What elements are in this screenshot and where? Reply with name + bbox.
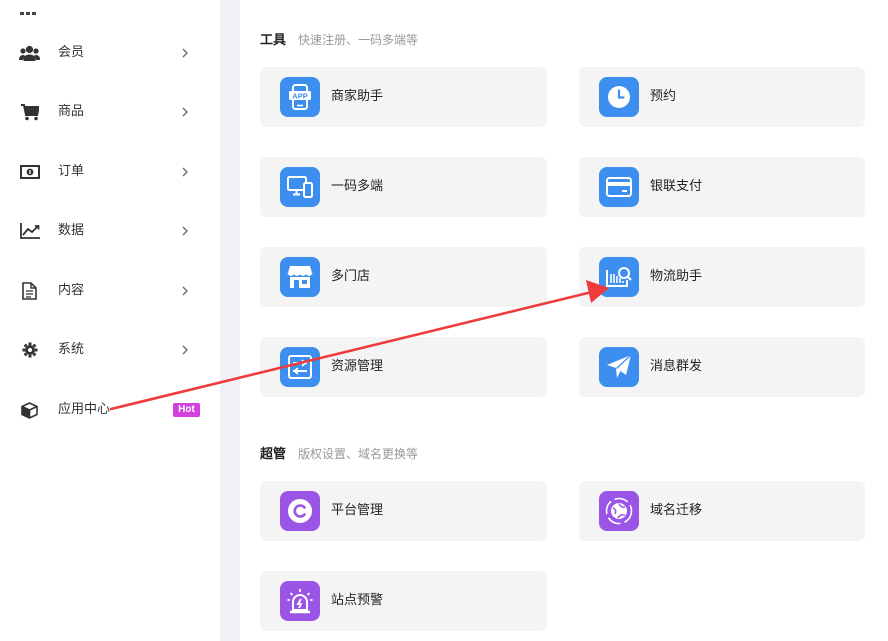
app-card-unionpay[interactable]: 银联支付 [579, 157, 865, 217]
svg-text:APP: APP [292, 92, 307, 101]
resource-icon [280, 347, 320, 387]
section-title: 超管 [260, 447, 287, 462]
app-card-resource-management[interactable]: 资源管理 [260, 337, 547, 397]
chevron-right-icon [182, 222, 192, 240]
alarm-icon [280, 581, 320, 621]
app-card-label: 多门店 [331, 269, 371, 284]
copyright-icon [280, 491, 320, 531]
globe-icon [599, 491, 639, 531]
cart-icon [19, 102, 40, 122]
app-card-multi-terminal[interactable]: 一码多端 [260, 157, 547, 217]
gear-icon [19, 340, 40, 360]
card-icon [599, 167, 639, 207]
chevron-right-icon [182, 341, 192, 359]
app-center-main: 工具 快速注册、一码多端等 APP 商家助手 预约 一码多端 银联支付 多门店 [240, 0, 888, 641]
app-phone-icon: APP [280, 77, 320, 117]
sidebar-item-system[interactable]: 系统 [0, 330, 220, 370]
app-card-multi-store[interactable]: 多门店 [260, 247, 547, 307]
box-icon [19, 400, 40, 420]
app-card-label: 预约 [650, 89, 677, 104]
app-card-label: 商家助手 [331, 89, 384, 104]
sidebar-item-content[interactable]: 内容 [0, 271, 220, 311]
app-card-label: 平台管理 [331, 503, 384, 518]
sidebar-item-label: 应用中心 [58, 402, 111, 417]
app-card-broadcast-message[interactable]: 消息群发 [579, 337, 865, 397]
document-icon [19, 281, 40, 301]
hot-badge: Hot [173, 403, 200, 417]
sidebar-item-products[interactable]: 商品 [0, 92, 220, 132]
clock-icon [599, 77, 639, 117]
section-header-admin: 超管 版权设置、域名更换等 [260, 443, 418, 462]
money-icon [19, 162, 40, 182]
sidebar-item-app-center[interactable]: 应用中心 Hot [0, 390, 220, 430]
store-icon [280, 257, 320, 297]
section-description: 版权设置、域名更换等 [298, 447, 419, 461]
sidebar-item-label: 内容 [58, 283, 85, 298]
menu-icon[interactable] [20, 0, 38, 15]
sidebar-item-label: 订单 [58, 164, 85, 179]
chart-icon [19, 221, 40, 241]
chevron-right-icon [182, 282, 192, 300]
sidebar-item-label: 系统 [58, 342, 85, 357]
chevron-right-icon [182, 103, 192, 121]
app-card-label: 物流助手 [650, 269, 703, 284]
app-card-label: 消息群发 [650, 359, 703, 374]
section-header-tools: 工具 快速注册、一码多端等 [260, 29, 418, 48]
app-card-booking[interactable]: 预约 [579, 67, 865, 127]
sidebar-item-members[interactable]: 会员 [0, 33, 220, 73]
sidebar-item-data[interactable]: 数据 [0, 211, 220, 251]
app-card-site-alert[interactable]: 站点预警 [260, 571, 547, 631]
app-card-label: 一码多端 [331, 179, 384, 194]
app-card-label: 银联支付 [650, 179, 703, 194]
app-card-label: 域名迁移 [650, 503, 703, 518]
section-title: 工具 [260, 33, 287, 48]
sidebar-item-orders[interactable]: 订单 [0, 152, 220, 192]
devices-icon [280, 167, 320, 207]
chevron-right-icon [182, 44, 192, 62]
chevron-right-icon [182, 163, 192, 181]
app-card-label: 资源管理 [331, 359, 384, 374]
logistics-icon [599, 257, 639, 297]
send-icon [599, 347, 639, 387]
sidebar-item-label: 数据 [58, 223, 85, 238]
app-card-label: 站点预警 [331, 593, 384, 608]
sidebar: 会员 商品 订单 数据 内容 系统 应用中心 Hot [0, 0, 220, 641]
app-card-logistics[interactable]: 物流助手 [579, 247, 865, 307]
sidebar-item-label: 会员 [58, 45, 85, 60]
users-icon [19, 43, 40, 63]
app-card-merchant-assistant[interactable]: APP 商家助手 [260, 67, 547, 127]
app-card-platform-management[interactable]: 平台管理 [260, 481, 547, 541]
layout-gutter [220, 0, 240, 641]
sidebar-item-label: 商品 [58, 104, 85, 119]
app-card-domain-migration[interactable]: 域名迁移 [579, 481, 865, 541]
section-description: 快速注册、一码多端等 [298, 33, 419, 47]
